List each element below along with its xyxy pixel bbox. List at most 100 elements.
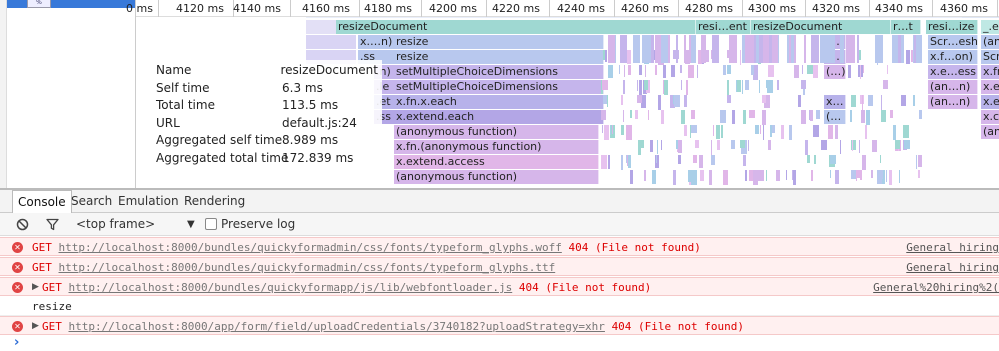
flame-bar[interactable]: x.cs [981, 110, 999, 124]
flame-bar-resize[interactable]: resi…ize [926, 20, 978, 34]
source-link[interactable]: General%20hiring%2( [873, 278, 999, 295]
flame-sliver [607, 95, 608, 107]
flame-bar[interactable]: (an…n) [928, 95, 978, 109]
source-link[interactable]: General hiring [906, 238, 999, 255]
flame-bar[interactable]: _.ea [981, 20, 999, 34]
tab-rendering[interactable]: Rendering [179, 190, 250, 213]
flame-bar-extend-each[interactable]: x.extend.each [394, 110, 604, 124]
flame-sliver [691, 110, 695, 119]
flame-bar-set-multiple-choice-dimensions[interactable]: setMultipleChoiceDimensions [394, 65, 604, 79]
flame-bar[interactable]: x… [824, 95, 846, 109]
flame-bar[interactable]: (…) [824, 65, 846, 79]
request-url-link[interactable]: http://localhost:8000/bundles/quickyform… [69, 281, 513, 294]
flame-bar[interactable]: x.ex [981, 95, 999, 109]
tab-search[interactable]: Search [66, 190, 117, 213]
flame-sliver [680, 65, 682, 73]
flame-sliver [865, 125, 867, 139]
detail-key: Aggregated self time [156, 133, 283, 147]
chevron-down-icon[interactable]: ▼ [187, 213, 195, 236]
flame-bar-fn-anonymous-function[interactable]: x.fn.(anonymous function) [394, 140, 599, 154]
flame-bar[interactable]: x.f…on) [928, 50, 978, 64]
request-url-link[interactable]: http://localhost:8000/app/form/field/upl… [69, 320, 605, 333]
flame-sliver [727, 95, 731, 103]
flame-bar[interactable]: (an…n) [928, 80, 978, 94]
request-url-link[interactable]: http://localhost:8000/bundles/quickyform… [59, 261, 556, 274]
flame-sliver [745, 35, 750, 63]
expand-triangle-icon[interactable]: ▶ [32, 278, 39, 295]
request-method: GET [32, 261, 52, 274]
flame-bar-resize-document[interactable]: resizeDocument [336, 20, 696, 34]
frame-select-dropdown[interactable]: <top frame> [76, 213, 202, 236]
flame-bar[interactable]: Scre [981, 50, 999, 64]
flame-bar-resize-document[interactable]: resizeDocument [751, 20, 891, 34]
flame-sliver [651, 35, 654, 63]
request-url-link[interactable]: http://localhost:8000/bundles/quickyform… [59, 241, 562, 254]
flame-bar-extend-access[interactable]: x.extend.access [394, 155, 599, 169]
flame-bar[interactable]: Scr…esh [928, 35, 978, 49]
flame-bar[interactable]: x.fr [981, 65, 999, 79]
flame-sliver [861, 110, 865, 123]
request-method: GET [32, 241, 52, 254]
flame-sliver [860, 65, 861, 79]
console-error-message[interactable]: ✕ ▶ GET http://localhost:8000/app/form/f… [0, 316, 999, 335]
flame-sliver [716, 125, 720, 139]
flame-sliver [601, 155, 607, 169]
timeline-flame-chart[interactable]: % Form.resizeScreresizeDocumentresi…entr… [0, 0, 999, 188]
prompt-caret-icon: › [14, 335, 20, 350]
flame-bar[interactable]: (… [824, 110, 846, 124]
flame-bar[interactable]: x.e…ess [928, 65, 978, 79]
flame-bar-anonymous-function[interactable]: (anonymous function) [394, 125, 599, 139]
expand-triangle-icon[interactable]: ▶ [32, 317, 39, 334]
flame-sliver [881, 110, 886, 122]
flame-sliver [830, 155, 836, 164]
preserve-log-label[interactable]: Preserve log [221, 213, 295, 236]
preserve-log-checkbox[interactable] [205, 218, 217, 230]
flame-bar[interactable]: (an [981, 35, 999, 49]
flame-sliver [770, 125, 772, 137]
flame-sliver [794, 65, 799, 78]
flame-sliver [758, 170, 764, 181]
ruler-tick-label: 4220 ms [492, 2, 540, 15]
flame-sliver [798, 95, 801, 107]
flame-bar[interactable]: r…t [891, 20, 921, 34]
flame-sliver [777, 80, 779, 90]
flame-bar-anonymous-function[interactable]: (anonymous function) [394, 170, 599, 184]
flame-sliver [848, 65, 851, 78]
flame-bar-fn-each[interactable]: x.fn.x.each [394, 95, 604, 109]
flame-sliver [913, 95, 915, 106]
flame-sliver [767, 80, 773, 93]
flame-sliver [760, 125, 761, 134]
console-log-message: resize [0, 297, 999, 316]
flame-sliver [776, 170, 780, 181]
ruler-tick-label: 4120 ms [176, 2, 224, 15]
flame-bar[interactable]: x.ex [981, 80, 999, 94]
detail-key: Aggregated total time [156, 150, 289, 165]
flame-sliver [889, 170, 892, 185]
flame-sliver [644, 170, 646, 181]
flame-bar-resize[interactable]: resize [394, 50, 604, 64]
flame-bar[interactable]: (an [981, 125, 999, 139]
flame-sliver [886, 170, 887, 182]
console-error-message[interactable]: ✕ ▶ GET http://localhost:8000/bundles/qu… [0, 277, 999, 296]
flame-sliver [878, 170, 883, 179]
flame-sliver [731, 140, 735, 149]
flame-sliver [883, 80, 888, 89]
flame-bar-set-multiple-choice-dimensions[interactable]: setMultipleChoiceDimensions [394, 80, 604, 94]
flame-sliver [862, 155, 866, 170]
source-link[interactable]: General hiring [906, 258, 999, 275]
console-prompt[interactable]: › [0, 334, 999, 351]
flame-sliver [801, 110, 806, 124]
flame-bar[interactable]: x.…n) [358, 35, 396, 49]
flame-bar-resize-event[interactable]: resi…ent [696, 20, 751, 34]
flame-sliver [713, 125, 714, 136]
tab-console[interactable]: Console [12, 190, 72, 213]
clear-console-icon[interactable] [16, 213, 29, 236]
flame-sliver [650, 140, 653, 152]
flame-sliver [772, 35, 778, 63]
filter-icon[interactable] [46, 213, 59, 236]
flame-sliver [608, 65, 613, 78]
screenshot-thumbnail-icon[interactable]: % [27, 0, 51, 8]
flame-bar-resize[interactable]: resize [394, 35, 604, 49]
flame-sliver [749, 110, 755, 118]
tab-emulation[interactable]: Emulation [113, 190, 184, 213]
